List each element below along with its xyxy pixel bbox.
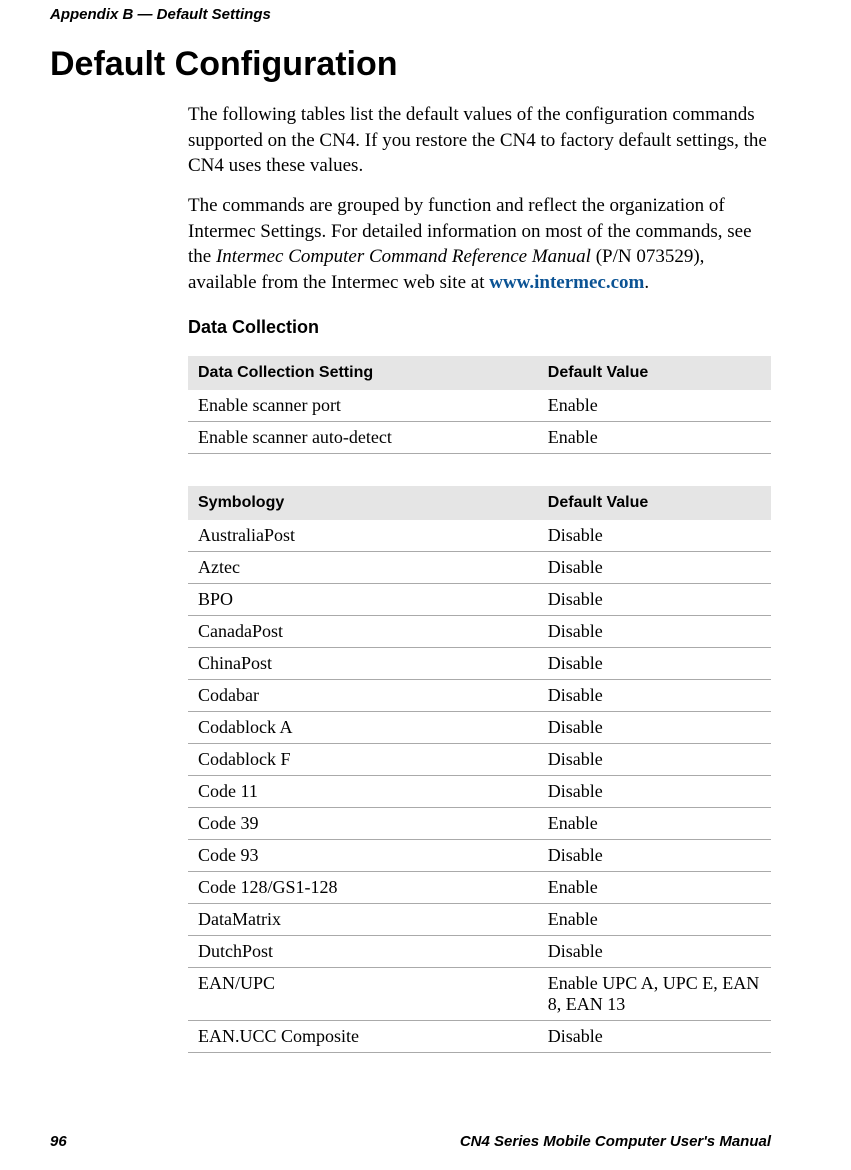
sym-setting: Codablock F bbox=[188, 744, 538, 776]
intro-paragraph-2: The commands are grouped by function and… bbox=[188, 193, 771, 296]
dc-value: Enable bbox=[538, 390, 771, 422]
table-row: Code 11Disable bbox=[188, 776, 771, 808]
sym-value: Disable bbox=[538, 840, 771, 872]
table-row: AztecDisable bbox=[188, 552, 771, 584]
sym-setting: EAN/UPC bbox=[188, 968, 538, 1021]
table-row: DutchPostDisable bbox=[188, 936, 771, 968]
sym-value: Disable bbox=[538, 616, 771, 648]
table-row: AustraliaPostDisable bbox=[188, 520, 771, 552]
sym-value: Disable bbox=[538, 712, 771, 744]
table-row: BPODisable bbox=[188, 584, 771, 616]
sym-value: Disable bbox=[538, 648, 771, 680]
dc-setting: Enable scanner port bbox=[188, 390, 538, 422]
table-row: Enable scanner auto-detect Enable bbox=[188, 422, 771, 454]
page: Appendix B — Default Settings Default Co… bbox=[0, 0, 851, 1170]
appendix-header: Appendix B — Default Settings bbox=[50, 0, 771, 23]
page-number: 96 bbox=[50, 1133, 67, 1150]
sym-setting: Aztec bbox=[188, 552, 538, 584]
sym-setting: Codablock A bbox=[188, 712, 538, 744]
dc-header-setting: Data Collection Setting bbox=[188, 356, 538, 390]
table-row: ChinaPostDisable bbox=[188, 648, 771, 680]
sym-value: Disable bbox=[538, 744, 771, 776]
page-title: Default Configuration bbox=[50, 45, 771, 84]
sym-setting: CanadaPost bbox=[188, 616, 538, 648]
symbology-table: Symbology Default Value AustraliaPostDis… bbox=[188, 486, 771, 1053]
sym-value: Disable bbox=[538, 584, 771, 616]
table-row: Code 93Disable bbox=[188, 840, 771, 872]
sym-value: Disable bbox=[538, 1021, 771, 1053]
sym-setting: Code 11 bbox=[188, 776, 538, 808]
section-heading: Data Collection bbox=[188, 317, 771, 338]
document-title: CN4 Series Mobile Computer User's Manual bbox=[460, 1133, 771, 1150]
sym-setting: Code 128/GS1-128 bbox=[188, 872, 538, 904]
table-row: DataMatrixEnable bbox=[188, 904, 771, 936]
body-content: The following tables list the default va… bbox=[188, 102, 771, 1053]
sym-header-setting: Symbology bbox=[188, 486, 538, 520]
sym-value: Disable bbox=[538, 552, 771, 584]
sym-value: Enable bbox=[538, 904, 771, 936]
sym-setting: Code 93 bbox=[188, 840, 538, 872]
sym-setting: BPO bbox=[188, 584, 538, 616]
p2-text-c: . bbox=[644, 272, 649, 293]
sym-value: Disable bbox=[538, 680, 771, 712]
table-row: Enable scanner port Enable bbox=[188, 390, 771, 422]
sym-setting: ChinaPost bbox=[188, 648, 538, 680]
dc-value: Enable bbox=[538, 422, 771, 454]
sym-value: Disable bbox=[538, 776, 771, 808]
data-collection-table: Data Collection Setting Default Value En… bbox=[188, 356, 771, 454]
table-row: CanadaPostDisable bbox=[188, 616, 771, 648]
sym-value: Disable bbox=[538, 520, 771, 552]
sym-setting: EAN.UCC Composite bbox=[188, 1021, 538, 1053]
dc-header-value: Default Value bbox=[538, 356, 771, 390]
sym-header-value: Default Value bbox=[538, 486, 771, 520]
sym-setting: AustraliaPost bbox=[188, 520, 538, 552]
sym-setting: Code 39 bbox=[188, 808, 538, 840]
page-footer: 96 CN4 Series Mobile Computer User's Man… bbox=[50, 1133, 771, 1150]
intermec-link[interactable]: www.intermec.com bbox=[489, 272, 644, 293]
table-row: Codablock ADisable bbox=[188, 712, 771, 744]
sym-value: Disable bbox=[538, 936, 771, 968]
intro-paragraph-1: The following tables list the default va… bbox=[188, 102, 771, 179]
table-row: EAN/UPCEnable UPC A, UPC E, EAN 8, EAN 1… bbox=[188, 968, 771, 1021]
sym-value: Enable bbox=[538, 808, 771, 840]
dc-setting: Enable scanner auto-detect bbox=[188, 422, 538, 454]
sym-setting: DutchPost bbox=[188, 936, 538, 968]
reference-title: Intermec Computer Command Reference Manu… bbox=[216, 246, 591, 267]
table-row: Code 128/GS1-128Enable bbox=[188, 872, 771, 904]
table-row: Codablock FDisable bbox=[188, 744, 771, 776]
sym-value: Enable bbox=[538, 872, 771, 904]
table-row: Code 39Enable bbox=[188, 808, 771, 840]
sym-setting: DataMatrix bbox=[188, 904, 538, 936]
sym-value: Enable UPC A, UPC E, EAN 8, EAN 13 bbox=[538, 968, 771, 1021]
table-row: CodabarDisable bbox=[188, 680, 771, 712]
sym-setting: Codabar bbox=[188, 680, 538, 712]
table-row: EAN.UCC CompositeDisable bbox=[188, 1021, 771, 1053]
